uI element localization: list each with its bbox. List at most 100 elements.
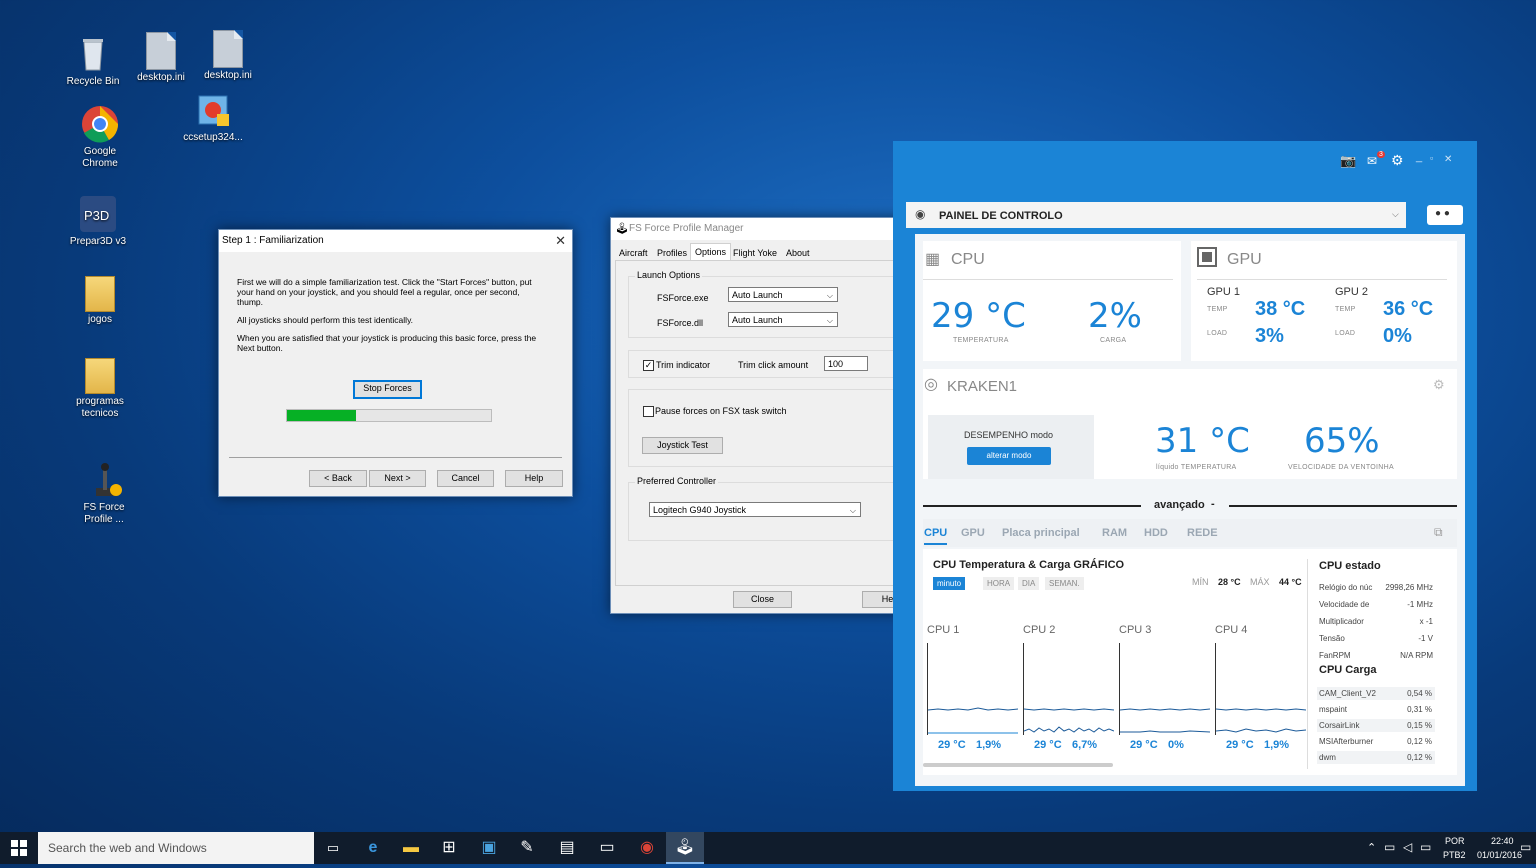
minimize-icon[interactable]: _ (1416, 151, 1422, 163)
maximize-icon[interactable]: ▫ (1430, 153, 1433, 163)
joystick-test-button[interactable]: Joystick Test (642, 437, 723, 454)
tab-profiles[interactable]: Profiles (657, 248, 687, 258)
tab-motherboard[interactable]: Placa principal (1002, 527, 1080, 539)
close-icon[interactable]: ✕ (1444, 154, 1452, 165)
cpu-load: 2% (1088, 296, 1142, 336)
tab-ram[interactable]: RAM (1102, 527, 1127, 539)
title-bar[interactable]: Step 1 : Familiarization ✕ (219, 230, 572, 252)
fsforce-dll-select[interactable]: Auto Launch ⌵ (728, 312, 838, 327)
cpu-chip-icon: ▦ (925, 251, 941, 268)
search-box[interactable]: Search the web and Windows (38, 832, 314, 864)
next-button[interactable]: Next > (369, 470, 426, 487)
core-4-graph (1215, 643, 1307, 735)
trim-click-amount-input[interactable]: 100 (824, 356, 868, 371)
app-icon-2[interactable]: ▤ (548, 832, 586, 864)
change-mode-button[interactable]: alterar modo (967, 447, 1051, 465)
stop-forces-button[interactable]: Stop Forces (353, 380, 422, 399)
preferred-controller-select[interactable]: Logitech G940 Joystick ⌵ (649, 502, 861, 517)
advanced-label[interactable]: avançado (1154, 499, 1205, 511)
tab-cpu[interactable]: CPU (924, 527, 948, 545)
range-hour[interactable]: HORA (983, 577, 1015, 590)
tab-about[interactable]: About (786, 248, 810, 258)
chrome-icon[interactable]: ◉ (628, 832, 666, 864)
window-title: FS Force Profile Manager (629, 223, 744, 234)
kraken-title: KRAKEN1 (947, 378, 1018, 395)
core-name: CPU 3 (1119, 624, 1152, 636)
notifications-icon[interactable]: ✉ (1367, 154, 1377, 168)
process-load: 0,15 % (1407, 721, 1432, 730)
title-bar[interactable]: 🕹 FS Force Profile Manager ✕ (611, 218, 925, 240)
horizontal-scrollbar[interactable] (923, 763, 1113, 767)
task-view-icon[interactable]: ▭ (314, 832, 352, 864)
range-minute[interactable]: minuto (933, 577, 966, 590)
dashboard-select[interactable]: ◉ PAINEL DE CONTROLO ⌵ (906, 202, 1406, 228)
process-name: MSIAfterburner (1319, 737, 1374, 746)
desktop-icon-fs-force[interactable]: FS Force Profile ... (64, 460, 144, 526)
file-explorer-icon[interactable]: ▬ (392, 832, 430, 864)
action-center-icon[interactable]: ▭ (1520, 840, 1531, 854)
tab-hdd[interactable]: HDD (1144, 527, 1168, 539)
divider (1197, 279, 1447, 280)
joystick-icon: 🕹 (615, 223, 629, 235)
pause-forces-checkbox[interactable] (643, 406, 654, 417)
tab-gpu[interactable]: GPU (961, 527, 985, 539)
desktop-icon-prepar3d[interactable]: P3D Prepar3D v3 (58, 194, 138, 248)
gpu1-temp: 38 °C (1255, 298, 1306, 320)
desktop-icon-label: desktop.ini (137, 72, 185, 83)
help-button[interactable]: Help (505, 470, 563, 487)
tab-options[interactable]: Options (690, 243, 732, 261)
trim-indicator-checkbox[interactable]: ✓ (643, 360, 654, 371)
show-hidden-icons[interactable]: ⌃ (1367, 841, 1376, 854)
language-2[interactable]: PTB2 (1443, 850, 1466, 860)
cancel-button[interactable]: Cancel (437, 470, 494, 487)
clock-date[interactable]: 01/01/2016 (1477, 850, 1522, 860)
app-icon-1[interactable]: ▣ (470, 832, 508, 864)
desktop-icon-jogos[interactable]: jogos (60, 274, 140, 326)
cpu-load-title: CPU Carga (1319, 664, 1377, 676)
group-label: Preferred Controller (635, 476, 719, 486)
popout-icon[interactable]: ⧉ (1434, 525, 1443, 540)
edge-icon[interactable]: e (354, 832, 392, 864)
tab-flight-yoke[interactable]: Flight Yoke (733, 248, 777, 258)
tab-aircraft[interactable]: Aircraft (619, 248, 648, 258)
desktop-icon-programas-tecnicos[interactable]: programas tecnicos (60, 356, 140, 420)
fsforce-exe-select[interactable]: Auto Launch ⌵ (728, 287, 838, 302)
group-label: Launch Options (635, 270, 703, 280)
volume-icon[interactable]: ◁ (1403, 840, 1412, 854)
max-label: MÁX (1250, 577, 1270, 587)
app-icon-3[interactable]: ▭ (588, 832, 626, 864)
gpu-icon (1197, 247, 1217, 267)
camera-icon[interactable]: 📷 (1340, 153, 1356, 169)
close-button[interactable]: Close (733, 591, 792, 608)
device-toggle-icon[interactable]: ● ● (1427, 205, 1463, 225)
kraken-settings-gear-icon[interactable]: ⚙ (1433, 377, 1445, 393)
back-button[interactable]: < Back (309, 470, 367, 487)
fsforce-dll-label: FSForce.dll (657, 318, 704, 328)
close-icon[interactable]: ✕ (555, 233, 566, 249)
prepar3d-icon: P3D (78, 194, 118, 234)
fsforce-exe-label: FSForce.exe (657, 293, 709, 303)
paint-icon[interactable]: ✎ (508, 832, 546, 864)
desktop-icon-google-chrome[interactable]: Google Chrome (60, 104, 140, 170)
desktop-icon-desktop-ini-2[interactable]: desktop.ini (188, 28, 268, 82)
core-temp: 29 °C (1226, 739, 1254, 751)
trim-indicator-label: Trim indicator (656, 360, 711, 370)
desktop-icon-ccsetup[interactable]: ccsetup324... (173, 90, 253, 144)
language-1[interactable]: POR (1445, 836, 1465, 846)
range-week[interactable]: SEMAN. (1045, 577, 1084, 590)
start-button[interactable] (0, 832, 38, 864)
min-label: MÍN (1192, 577, 1209, 587)
range-day[interactable]: DIA (1018, 577, 1040, 590)
folder-icon (85, 358, 115, 394)
settings-gear-icon[interactable]: ⚙ (1391, 152, 1404, 169)
status-divider (1307, 559, 1308, 769)
tab-network[interactable]: REDE (1187, 527, 1218, 539)
file-icon (213, 30, 243, 68)
notification-icon[interactable]: ▭ (1420, 840, 1431, 854)
clock-time[interactable]: 22:40 (1491, 836, 1514, 846)
core-load: 0% (1168, 739, 1184, 751)
network-icon[interactable]: ▭ (1384, 840, 1395, 854)
fs-force-icon[interactable]: 🕹 (666, 832, 704, 864)
status-key: Velocidade de (1319, 600, 1370, 609)
store-icon[interactable]: ⊞ (430, 832, 468, 864)
